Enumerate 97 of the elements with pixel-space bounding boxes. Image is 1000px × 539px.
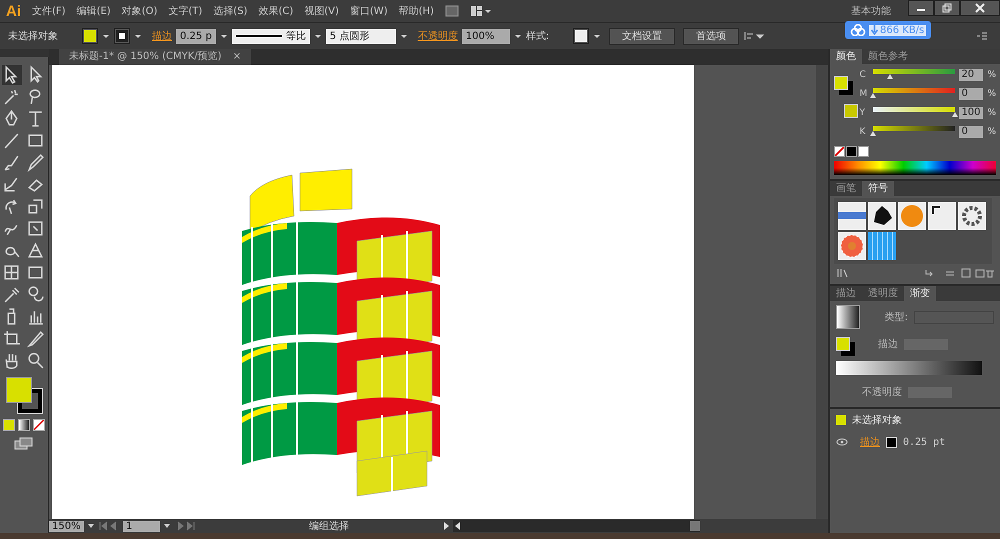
fill-indicator (836, 415, 846, 425)
preferences-button[interactable]: 首选项 (683, 28, 740, 44)
percent-label: % (987, 70, 996, 80)
stroke-weight-value: 0.25 pt (903, 436, 946, 448)
profile-name: 等比 (286, 30, 306, 44)
cloud-icon (850, 24, 866, 36)
visibility-eye-icon[interactable] (836, 438, 848, 446)
vertical-scrollbar[interactable] (816, 65, 828, 519)
stroke-weight-field[interactable]: 0.25 p (176, 28, 216, 44)
current-tool-label: 编组选择 (309, 520, 349, 533)
panel-tab[interactable]: 渐变 (904, 286, 936, 301)
none-swatch[interactable] (834, 146, 845, 157)
artboard-field[interactable]: 1 (123, 520, 160, 532)
panel-tab[interactable]: 描边 (830, 286, 862, 301)
channel-value-field[interactable]: 0 (959, 126, 984, 138)
bridge-icon[interactable] (444, 5, 459, 17)
menu-item[interactable]: 窗口(W) (350, 4, 388, 18)
close-button[interactable] (960, 0, 1000, 16)
menu-item[interactable]: 文件(F) (32, 4, 66, 18)
scroll-left-icon[interactable] (453, 521, 461, 531)
panel-tab[interactable]: 颜色 (830, 49, 862, 64)
slider-thumb[interactable] (886, 74, 893, 79)
ink-splat-symbol[interactable] (868, 202, 896, 230)
restore-button[interactable] (934, 0, 960, 16)
none-mode-icon[interactable] (33, 419, 45, 431)
workspace-switcher[interactable]: 基本功能 (851, 4, 891, 18)
gradient-stroke-label: 描边 (877, 338, 898, 351)
minimize-button[interactable] (908, 0, 934, 16)
scroll-thumb[interactable] (690, 521, 700, 531)
brush-dropdown[interactable]: 5 点圆形 (326, 28, 396, 44)
panel-tab[interactable]: 透明度 (862, 286, 904, 301)
slider-thumb[interactable] (870, 131, 876, 136)
panel-tab[interactable]: 画笔 (830, 181, 862, 196)
document-setup-button[interactable]: 文档设置 (609, 28, 676, 44)
stroke-color-swatch[interactable] (18, 389, 42, 413)
download-arrow-icon (871, 25, 878, 35)
gradient-type-label: 类型: (884, 310, 908, 324)
opacity-label[interactable]: 不透明度 (418, 29, 458, 43)
menu-item[interactable]: 对象(O) (122, 4, 158, 18)
color-mode-icon[interactable] (3, 419, 15, 431)
transfer-speed: 866 KB/s (880, 24, 924, 36)
appearance-title: 未选择对象 (852, 414, 902, 427)
stroke-swatch[interactable] (114, 28, 130, 44)
percent-label: % (987, 126, 996, 136)
gradient-preview[interactable] (836, 305, 860, 329)
color-spectrum[interactable] (834, 161, 996, 175)
in-gamut-swatch[interactable] (844, 104, 858, 118)
channel-label: M (859, 88, 868, 98)
channel-value-field[interactable]: 0 (959, 88, 984, 100)
menu-item[interactable]: 帮助(H) (398, 4, 434, 18)
restore-icon (942, 3, 952, 13)
pencil-icon[interactable] (26, 153, 46, 173)
bar-symbol[interactable] (838, 202, 866, 230)
panel-menu-icon[interactable] (976, 31, 988, 41)
selection-status: 未选择对象 (8, 30, 58, 43)
preset-swatch[interactable] (846, 146, 857, 157)
align-icon[interactable] (743, 30, 766, 42)
ring-symbol[interactable] (958, 202, 986, 230)
slice-icon[interactable] (26, 329, 46, 349)
zoom-icon[interactable] (26, 351, 46, 371)
channel-label: C (859, 70, 867, 80)
zoom-field[interactable]: 150% (49, 520, 84, 532)
channel-label: K (859, 126, 866, 136)
percent-label: % (987, 88, 996, 98)
screen-mode-icon[interactable] (13, 437, 35, 451)
corner-frame-symbol[interactable] (928, 202, 956, 230)
menu-item[interactable]: 选择(S) (213, 4, 248, 18)
style-label: 样式: (526, 30, 550, 43)
panel-tab[interactable]: 颜色参考 (862, 49, 914, 64)
document-tab[interactable]: 未标题-1* @ 150% (CMYK/预览) × (59, 49, 252, 65)
channel-label: Y (859, 108, 866, 118)
line-preview-icon (236, 34, 282, 38)
gradient-mode-icon[interactable] (18, 419, 30, 431)
gradient-opacity-label: 不透明度 (861, 386, 902, 399)
symbol-actions-icon[interactable] (924, 268, 994, 278)
eyedropper-icon[interactable] (2, 285, 22, 305)
menu-item[interactable]: 效果(C) (258, 4, 294, 18)
tab-close-button[interactable]: × (232, 51, 242, 62)
style-swatch[interactable] (573, 28, 590, 44)
stroke-profile-dropdown[interactable]: 等比 (232, 28, 310, 44)
fill-color-swatch[interactable] (6, 377, 32, 403)
percent-label: % (987, 108, 996, 118)
horizontal-scrollbar[interactable] (453, 520, 700, 532)
opacity-field[interactable]: 100% (462, 28, 510, 44)
menu-item[interactable]: 编辑(E) (76, 4, 111, 18)
menu-item[interactable]: 文字(T) (168, 4, 202, 18)
preset-swatch[interactable] (858, 146, 869, 157)
channel-value-field[interactable]: 100 (959, 106, 984, 118)
slider-thumb[interactable] (870, 93, 876, 98)
arrange-documents-icon[interactable] (470, 5, 492, 17)
close-icon (975, 3, 985, 13)
menu-item[interactable]: 视图(V) (304, 4, 339, 18)
channel-value-field[interactable]: 20 (959, 68, 984, 80)
stroke-label[interactable]: 描边 (152, 29, 172, 43)
panel-tab[interactable]: 符号 (862, 181, 894, 196)
app-logo: Ai (6, 2, 21, 20)
fill-swatch[interactable] (82, 28, 98, 44)
